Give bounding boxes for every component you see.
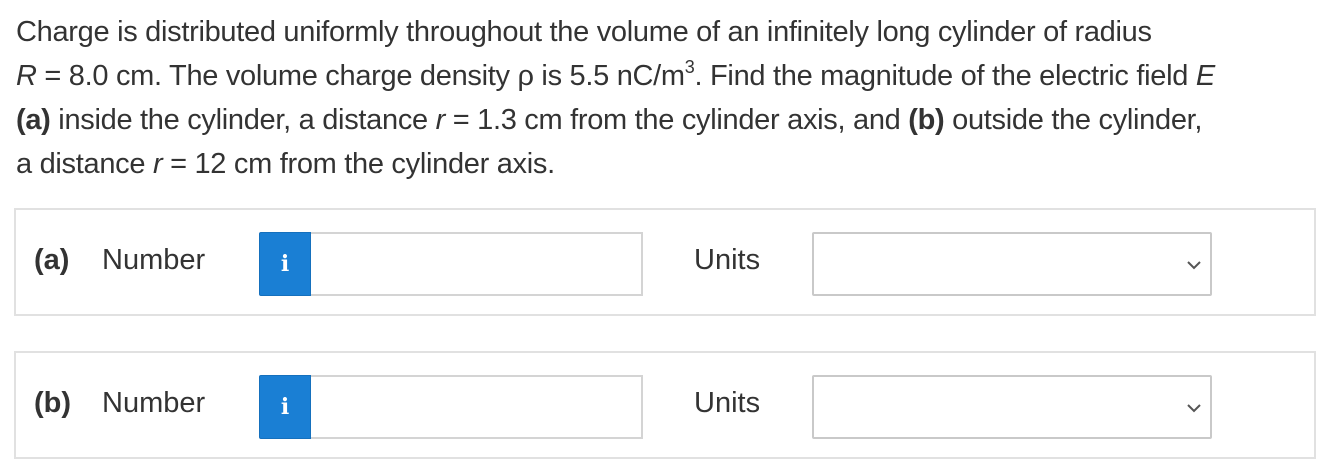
- exponent: 3: [684, 57, 695, 77]
- info-button[interactable]: i: [259, 375, 311, 439]
- question-line2-part1: = 8.0 cm. The volume charge density ρ is…: [36, 60, 685, 92]
- radius-symbol: R: [16, 60, 37, 92]
- part-label: (b): [34, 387, 72, 419]
- question-text: Charge is distributed uniformly througho…: [16, 10, 1316, 186]
- chevron-down-icon: [1187, 261, 1201, 270]
- part-label: (a): [34, 244, 70, 276]
- part-a-inline-label: (a): [16, 104, 51, 136]
- info-icon: i: [280, 394, 290, 420]
- number-input[interactable]: [311, 232, 643, 296]
- answer-row-b: (b) Number i Units: [14, 351, 1316, 459]
- question-line3-part2: = 1.3 cm from the cylinder axis, and: [444, 104, 909, 136]
- units-dropdown[interactable]: [812, 375, 1212, 439]
- units-label: Units: [694, 387, 761, 419]
- part-b-inline-label: (b): [908, 104, 945, 136]
- number-label: Number: [102, 387, 206, 419]
- answer-row-a: (a) Number i Units: [14, 208, 1316, 316]
- chevron-down-icon: [1187, 404, 1201, 413]
- units-dropdown[interactable]: [812, 232, 1212, 296]
- question-line3-part3: outside the cylinder,: [944, 104, 1203, 136]
- distance-symbol-2: r: [152, 148, 163, 180]
- field-symbol: E: [1195, 60, 1215, 92]
- units-label: Units: [694, 244, 761, 276]
- question-line1: Charge is distributed uniformly througho…: [16, 16, 1152, 48]
- question-line4-part1: a distance: [16, 148, 153, 180]
- info-icon: i: [280, 251, 290, 277]
- info-button[interactable]: i: [259, 232, 311, 296]
- question-line4-part2: = 12 cm from the cylinder axis.: [162, 148, 555, 180]
- question-line3-part1: inside the cylinder, a distance: [50, 104, 436, 136]
- number-label: Number: [102, 244, 206, 276]
- question-line2-part2: . Find the magnitude of the electric fie…: [694, 60, 1196, 92]
- distance-symbol-1: r: [435, 104, 446, 136]
- number-input[interactable]: [311, 375, 643, 439]
